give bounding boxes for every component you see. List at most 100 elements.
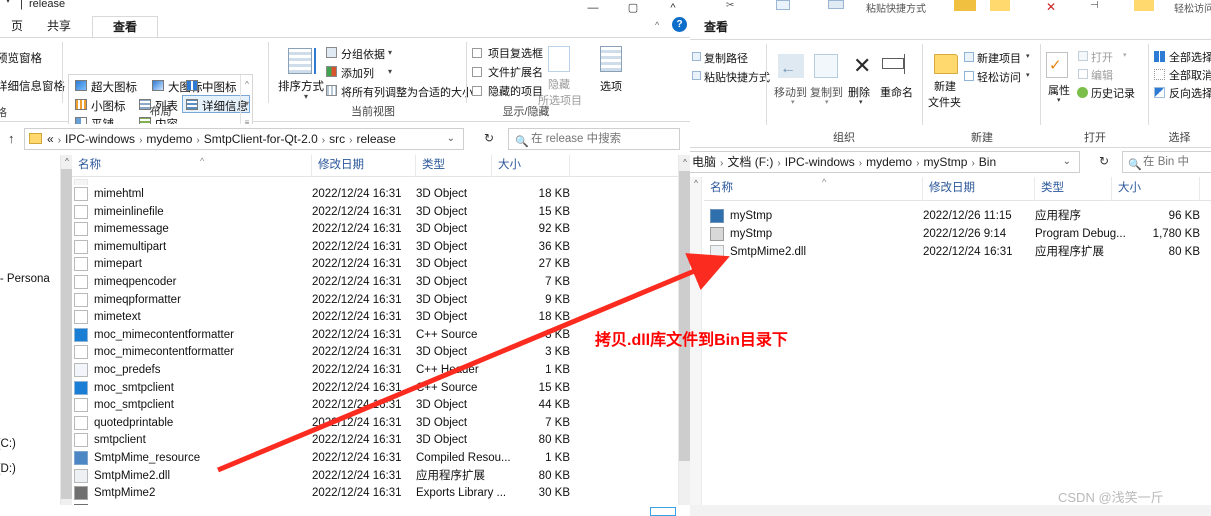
file-name[interactable]: moc_smtpclient xyxy=(94,396,174,414)
file-name[interactable]: SmtpMime_resource xyxy=(94,449,200,467)
search-input-right[interactable]: 🔍 在 Bin 中 xyxy=(1122,151,1211,173)
copy-path-button[interactable]: 复制路径 xyxy=(704,50,748,66)
gallery-item-extra-large-icons[interactable]: 超大图标 xyxy=(91,79,137,95)
minimize-button-left[interactable]: — xyxy=(578,0,608,16)
hidden-items-label[interactable]: 隐藏的项目 xyxy=(488,83,543,99)
file-name[interactable]: mimeinlinefile xyxy=(94,203,164,221)
column-header-date[interactable]: 修改日期 xyxy=(312,155,416,177)
table-row[interactable]: mimetext 2022/12/24 16:31 3D Object 18 KB xyxy=(72,308,678,326)
file-name[interactable]: moc_mimecontentformatter xyxy=(94,326,234,344)
chevron-down-icon-right[interactable]: ⌄ xyxy=(1063,152,1071,172)
copy-to-dropdown-icon[interactable]: ▾ xyxy=(825,98,829,106)
table-row[interactable]: smtpclient 2022/12/24 16:31 3D Object 80 KB xyxy=(72,431,678,449)
table-row[interactable]: moc_mimecontentformatter 2022/12/24 16:31… xyxy=(72,343,678,361)
tab-view[interactable]: 查看 xyxy=(92,16,158,38)
file-name[interactable]: SmtpMime2.dll xyxy=(730,243,806,261)
invert-selection-button[interactable]: 反向选择 xyxy=(1169,85,1211,101)
file-name[interactable]: mimeqpformatter xyxy=(94,291,181,309)
file-name[interactable]: quotedprintable xyxy=(94,414,173,432)
table-row[interactable]: mimeqpencoder 2022/12/24 16:31 3D Object 7 … xyxy=(72,273,678,291)
file-name[interactable]: moc_smtpclient xyxy=(94,379,174,397)
file-extensions-checkbox[interactable] xyxy=(472,65,487,79)
new-folder-label2[interactable]: 文件夹 xyxy=(928,94,961,110)
refresh-icon[interactable]: ↻ xyxy=(478,128,500,150)
file-name[interactable]: moc_predefs xyxy=(94,361,160,379)
select-none-button[interactable]: 全部取消 xyxy=(1169,67,1211,83)
table-row[interactable]: mimepart 2022/12/24 16:31 3D Object 27 KB xyxy=(72,255,678,273)
group-by-dropdown-icon[interactable]: ▾ xyxy=(388,48,392,57)
file-name[interactable]: mimepart xyxy=(94,255,142,273)
table-row[interactable]: mimeinlinefile 2022/12/24 16:31 3D Object 1… xyxy=(72,203,678,221)
search-input-left[interactable]: 🔍 在 release 中搜索 xyxy=(508,128,680,150)
table-row[interactable]: mimeqpformatter 2022/12/24 16:31 3D Object… xyxy=(72,291,678,309)
column-header-name[interactable]: 名称 xyxy=(72,155,312,177)
details-pane-button[interactable]: 详细信息窗格 xyxy=(0,78,65,94)
ribbon-chevron-icon[interactable]: ^ xyxy=(655,20,659,30)
table-row[interactable]: moc_mimecontentformatter 2022/12/24 16:31… xyxy=(72,326,678,344)
nav-item-disk-d[interactable]: 盘 (D:) xyxy=(0,460,16,476)
breadcrumb-mydemo-r[interactable]: mydemo xyxy=(866,155,912,169)
collapse-ribbon-button-left[interactable]: ^ xyxy=(658,0,688,16)
breadcrumb-computer[interactable]: 电脑 xyxy=(692,155,716,169)
nav-item-disk-c[interactable]: 盘 (C:) xyxy=(0,435,16,451)
nav-scroll-up-icon-right[interactable]: ^ xyxy=(690,177,702,191)
table-row[interactable]: mimehtml 2022/12/24 16:31 3D Object 18 KB xyxy=(72,185,678,203)
table-row[interactable]: quotedprintable 2022/12/24 16:31 3D Object… xyxy=(72,414,678,432)
table-row[interactable]: myStmp 2022/12/26 9:14 Program Debug... 1,7… xyxy=(704,225,1211,243)
file-name[interactable]: mimeqpencoder xyxy=(94,273,176,291)
edit-button[interactable]: 编辑 xyxy=(1091,67,1113,83)
new-item-dropdown-icon[interactable]: ▾ xyxy=(1026,52,1030,60)
table-row[interactable]: mimemultipart 2022/12/24 16:31 3D Object 36… xyxy=(72,238,678,256)
delete-dropdown-icon[interactable]: ▾ xyxy=(859,98,863,106)
column-header-type[interactable]: 类型 xyxy=(416,155,492,177)
file-name[interactable]: mimemultipart xyxy=(94,238,166,256)
tab-share[interactable]: 共享 xyxy=(36,16,82,38)
file-extensions-label[interactable]: 文件扩展名 xyxy=(488,64,543,80)
breadcrumb-docs-f[interactable]: 文档 (F:) xyxy=(727,155,773,169)
file-name[interactable]: SmtpMime2 xyxy=(94,484,155,502)
open-button[interactable]: 打开 xyxy=(1091,49,1113,65)
file-name[interactable]: moc_mimecontentformatter xyxy=(94,343,234,361)
move-to-dropdown-icon[interactable]: ▾ xyxy=(791,98,795,106)
gallery-scroll-up-icon[interactable]: ^ xyxy=(241,75,253,94)
list-scroll-up-icon[interactable]: ^ xyxy=(679,155,690,171)
add-columns-button[interactable]: 添加列 xyxy=(341,65,374,81)
table-row[interactable]: moc_smtpclient 2022/12/24 16:31 3D Object 4… xyxy=(72,396,678,414)
item-checkboxes-checkbox[interactable] xyxy=(472,46,487,60)
file-name[interactable]: myStmp xyxy=(730,225,772,243)
breadcrumb-bin[interactable]: Bin xyxy=(979,155,996,169)
options-button[interactable]: 选项 xyxy=(600,78,622,94)
table-row-partial[interactable] xyxy=(72,177,678,185)
file-name[interactable]: mimehtml xyxy=(94,185,144,203)
sort-by-button[interactable]: 排序方式 xyxy=(278,78,324,94)
new-item-button[interactable]: 新建项目 xyxy=(977,50,1021,66)
gallery-item-medium-icons[interactable]: 中图标 xyxy=(202,79,237,95)
new-folder-label1[interactable]: 新建 xyxy=(934,78,956,94)
help-icon[interactable]: ? xyxy=(672,17,687,32)
item-checkboxes-label[interactable]: 项目复选框 xyxy=(488,45,543,61)
paste-shortcut-button[interactable]: 粘贴快捷方式 xyxy=(704,69,770,85)
table-row[interactable]: moc_smtpclient 2022/12/24 16:31 C++ Source… xyxy=(72,379,678,397)
table-row[interactable]: SmtpMime2.dll 2022/12/24 16:31 应用程序扩展 80 KB xyxy=(704,243,1211,261)
breadcrumb-src[interactable]: src xyxy=(329,132,345,146)
breadcrumb-mydemo[interactable]: mydemo xyxy=(146,132,192,146)
preview-pane-button[interactable]: 预览窗格 xyxy=(0,50,42,66)
table-row[interactable]: moc_predefs 2022/12/24 16:31 C++ Header 1 K… xyxy=(72,361,678,379)
quick-access-dropdown-icon[interactable]: ▾ xyxy=(6,0,10,5)
chevron-down-icon[interactable]: ⌄ xyxy=(447,129,455,149)
table-row[interactable]: SmtpMime2 2022/12/24 16:31 Exports Library… xyxy=(72,484,678,502)
table-row[interactable]: mimemessage 2022/12/24 16:31 3D Object 92 K… xyxy=(72,220,678,238)
column-header-type-right[interactable]: 类型 xyxy=(1035,177,1112,201)
file-name[interactable]: myStmp xyxy=(730,207,772,225)
file-name[interactable]: SmtpMime2.dll xyxy=(94,467,170,485)
column-header-name-right[interactable]: 名称 xyxy=(704,177,923,201)
open-dropdown-icon[interactable]: ▾ xyxy=(1123,51,1127,59)
file-name[interactable]: mimemessage xyxy=(94,220,169,238)
column-header-date-right[interactable]: 修改日期 xyxy=(923,177,1035,201)
file-name[interactable]: smtpclient xyxy=(94,431,146,449)
table-row[interactable]: SmtpMime2.dll 2022/12/24 16:31 应用程序扩展 80 KB xyxy=(72,467,678,485)
breadcrumb-left[interactable]: «› IPC-windows › mydemo › SmtpClient-for-Qt-2… xyxy=(24,128,464,150)
hidden-items-checkbox[interactable] xyxy=(472,84,487,98)
breadcrumb-root[interactable]: « xyxy=(47,132,54,146)
hide-button-label1[interactable]: 隐藏 xyxy=(548,76,570,92)
